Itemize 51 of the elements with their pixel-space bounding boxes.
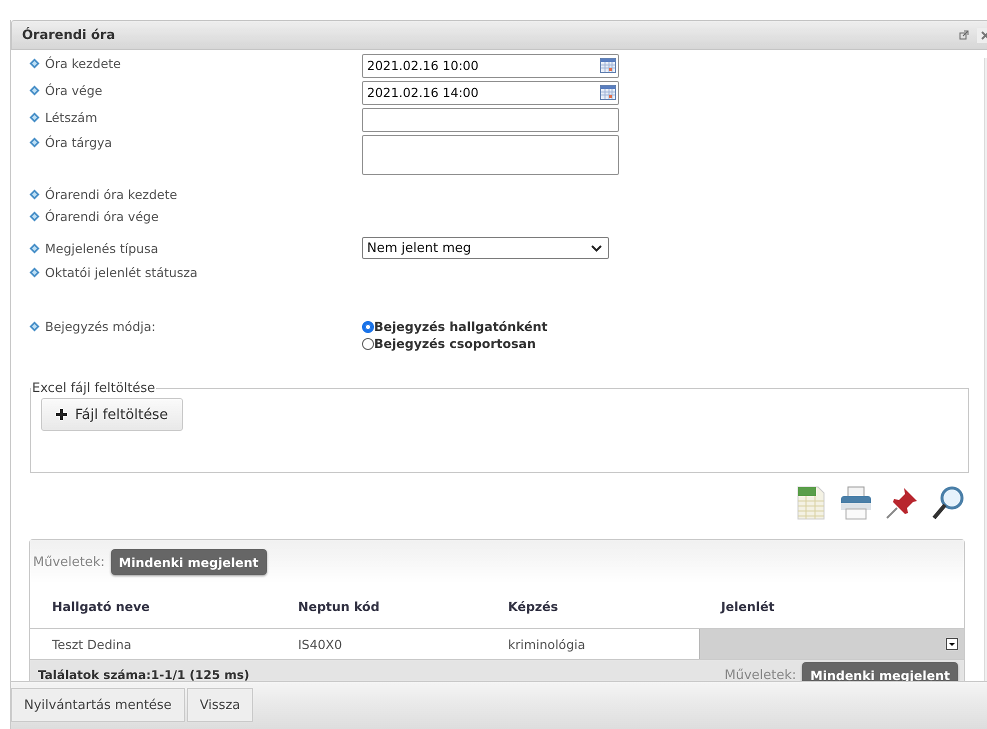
date-field[interactable]: 2021.02.16 10:00 bbox=[362, 54, 619, 78]
field-label: Létszám bbox=[45, 110, 98, 125]
calendar-icon[interactable] bbox=[600, 85, 616, 100]
field-label: Megjelenés típusa bbox=[45, 240, 158, 256]
diamond-icon bbox=[29, 58, 40, 69]
pushpin-icon[interactable] bbox=[884, 485, 920, 521]
input-field[interactable] bbox=[362, 108, 619, 132]
diamond-icon bbox=[29, 188, 40, 200]
printer-icon[interactable] bbox=[838, 485, 874, 521]
date-field[interactable]: 2021.02.16 14:00 bbox=[362, 80, 619, 104]
column-header[interactable]: Neptun kód bbox=[276, 598, 486, 614]
panel-legend: Excel fájl feltöltése bbox=[31, 381, 156, 396]
column-header[interactable]: Jelenlét bbox=[699, 598, 899, 614]
radio-label[interactable]: Bejegyzés csoportosan bbox=[374, 336, 536, 351]
diamond-icon bbox=[29, 112, 40, 123]
table-cell-text: Teszt Dedina bbox=[51, 636, 132, 652]
field-label: Óra kezdete bbox=[45, 56, 121, 71]
footer-button[interactable]: Nyilvántartás mentése bbox=[11, 688, 185, 722]
diamond-icon bbox=[29, 266, 40, 278]
diamond-icon bbox=[29, 210, 40, 222]
field-label: Óra vége bbox=[45, 83, 102, 98]
diamond-icon bbox=[29, 85, 40, 96]
field-label: Óra tárgya bbox=[45, 135, 112, 150]
field-label: Órarendi óra vége bbox=[45, 208, 159, 224]
dropdown[interactable]: Nem jelent meg bbox=[362, 237, 609, 259]
radio-button[interactable] bbox=[362, 338, 374, 350]
field-label: Bejegyzés módja: bbox=[45, 319, 156, 334]
radio-label[interactable]: Bejegyzés hallgatónként bbox=[374, 319, 548, 334]
diamond-icon bbox=[29, 242, 40, 254]
calendar-icon[interactable] bbox=[600, 58, 616, 73]
chevron-icon bbox=[591, 244, 602, 252]
all-present-button[interactable]: Mindenki megjelent bbox=[110, 549, 267, 575]
results-count: Találatok száma:1-1/1 (125 ms) bbox=[38, 668, 250, 682]
actions-label: Műveletek: bbox=[33, 554, 105, 570]
plus-icon bbox=[56, 409, 67, 420]
radio-button[interactable] bbox=[362, 320, 374, 332]
window-title: Órarendi óra bbox=[22, 28, 116, 42]
column-header[interactable]: Képzés bbox=[486, 598, 699, 614]
upload-button[interactable]: Fájl feltöltése bbox=[41, 398, 183, 431]
diamond-icon bbox=[29, 137, 40, 148]
text-area[interactable] bbox=[362, 135, 619, 175]
column-header[interactable]: Hallgató neve bbox=[30, 598, 276, 614]
field-label: Oktatói jelenlét státusza bbox=[45, 264, 198, 280]
magnifier-icon[interactable] bbox=[930, 485, 966, 521]
footer-button[interactable]: Vissza bbox=[186, 688, 254, 722]
diamond-icon bbox=[29, 321, 40, 332]
field-label: Órarendi óra kezdete bbox=[45, 186, 178, 202]
table-cell-text: IS40X0 bbox=[297, 636, 344, 652]
popout-icon[interactable] bbox=[959, 30, 969, 40]
actions-label: Műveletek: bbox=[724, 668, 796, 682]
table-cell-text: kriminológia bbox=[507, 636, 586, 652]
